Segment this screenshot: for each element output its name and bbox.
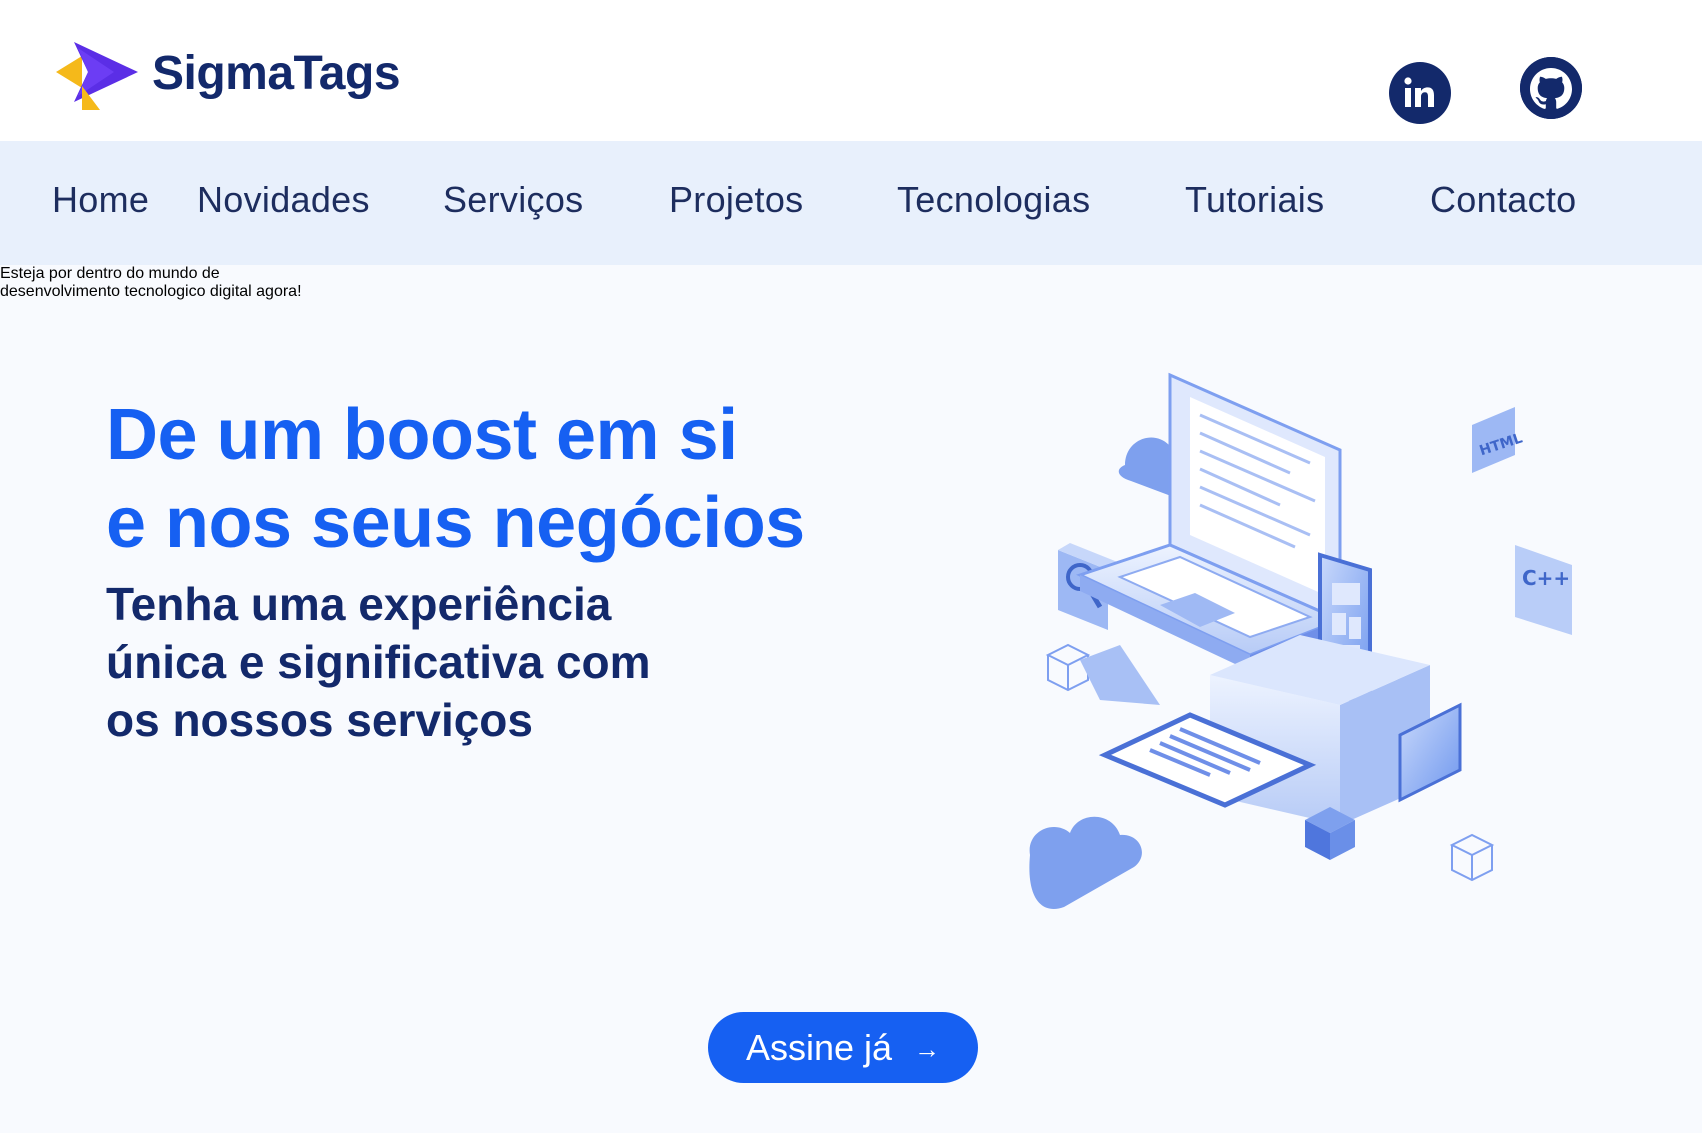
hero-subheading-line-1: Tenha uma experiência xyxy=(106,578,612,630)
github-icon[interactable] xyxy=(1520,57,1582,119)
nav-item-tutoriais[interactable]: Tutoriais xyxy=(1185,179,1324,221)
hero-description-line-1: Esteja por dentro do mundo de xyxy=(0,265,220,282)
hero-section: De um boost em si e nos seus negócios Te… xyxy=(0,265,1702,1133)
nav-item-tecnologias[interactable]: Tecnologias xyxy=(897,179,1090,221)
site-header: SigmaTags xyxy=(0,0,1702,141)
linkedin-glyph-icon xyxy=(1404,77,1434,107)
nav-item-novidades[interactable]: Novidades xyxy=(197,179,370,221)
main-nav: Home Novidades Serviços Projetos Tecnolo… xyxy=(0,141,1702,265)
hero-headline: De um boost em si e nos seus negócios xyxy=(106,391,805,567)
arrow-right-icon: → xyxy=(914,1034,941,1064)
laptop-icon xyxy=(1075,372,1344,671)
cloud-icon xyxy=(1029,816,1142,909)
brand-name[interactable]: SigmaTags xyxy=(152,46,401,101)
nav-item-servicos[interactable]: Serviços xyxy=(443,179,583,221)
paper-fragment xyxy=(1080,645,1160,705)
subscribe-button-label: Assine já xyxy=(745,1026,893,1068)
hero-subheading-line-2: única e significativa com xyxy=(106,636,651,688)
nav-item-projetos[interactable]: Projetos xyxy=(669,179,803,221)
linkedin-icon[interactable] xyxy=(1389,62,1451,124)
github-octocat-icon xyxy=(1520,57,1582,119)
hero-description-line-2: desenvolvimento tecnologico digital agor… xyxy=(0,283,302,300)
cpp-badge-icon: C++ xyxy=(1515,545,1572,635)
hero-subheading-line-3: os nossos serviços xyxy=(106,694,533,746)
nav-item-contacto[interactable]: Contacto xyxy=(1430,179,1577,221)
hero-headline-line-1: De um boost em si xyxy=(106,395,738,475)
html-badge-icon: HTML xyxy=(1472,407,1525,473)
sigma-logo-icon[interactable] xyxy=(54,42,138,110)
svg-text:C++: C++ xyxy=(1522,566,1570,590)
hero-subheading: Tenha uma experiência única e significat… xyxy=(106,575,651,749)
nav-item-home[interactable]: Home xyxy=(52,179,149,221)
isometric-tech-illustration: HTML C++ xyxy=(1029,372,1572,909)
subscribe-button[interactable]: Assine já → xyxy=(708,1012,978,1083)
hero-headline-line-2: e nos seus negócios xyxy=(106,483,805,563)
